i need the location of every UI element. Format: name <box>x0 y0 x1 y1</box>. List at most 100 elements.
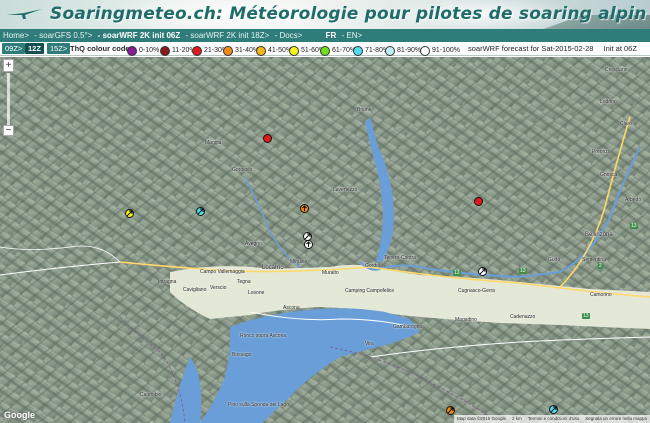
forecast-marker[interactable] <box>549 405 558 414</box>
place-label: Claro <box>620 121 632 127</box>
forecast-marker[interactable] <box>474 197 483 206</box>
terms-link[interactable]: Termini e condizioni d'uso <box>528 415 579 423</box>
legend-swatch: 81-90% <box>385 44 421 58</box>
wind-arrow-icon <box>302 205 307 211</box>
swatch-color <box>223 46 233 56</box>
swatch-color <box>160 46 170 56</box>
place-label: Camping Campofelice <box>345 288 395 294</box>
place-label: Gambarogno <box>393 324 423 330</box>
road-shield: 13 <box>630 223 638 229</box>
lang-fr[interactable]: FR <box>326 31 337 40</box>
road-shield: 13 <box>519 268 527 274</box>
legend-swatch: 11-20% <box>160 44 196 58</box>
forecast-date: soarWRF forecast for Sat-2015-02-28 <box>468 44 594 53</box>
time-12z-button[interactable]: 12Z <box>25 43 44 54</box>
scale-label: 2 km <box>512 416 522 421</box>
zoom-out-button[interactable]: − <box>3 125 14 136</box>
place-label: Locarno <box>262 265 284 271</box>
place-label: Muralto <box>322 270 339 276</box>
swatch-label: 0-10% <box>139 47 160 54</box>
place-label: Gnosca <box>600 172 618 178</box>
place-label: Tegna <box>237 279 251 285</box>
legend-swatch: 91-100% <box>420 44 460 58</box>
place-label: Intragna <box>158 279 177 285</box>
glider-icon <box>7 9 42 19</box>
forecast-marker[interactable] <box>263 134 272 143</box>
place-label: Verscio <box>210 285 227 291</box>
place-label: Bellinzona <box>585 232 613 238</box>
swatch-label: 81-90% <box>397 47 422 54</box>
terrain-map[interactable] <box>0 57 650 423</box>
lang-en[interactable]: - EN> <box>342 31 363 40</box>
place-label: Magadino <box>455 317 477 323</box>
forecast-map[interactable]: + − Locarno Ascona Minusio Muralto Tener… <box>0 57 650 423</box>
place-label: Vira <box>365 341 374 347</box>
forecast-marker[interactable] <box>300 204 309 213</box>
wind-arrow-icon <box>447 407 454 414</box>
nav-soarwrf-18z[interactable]: - soarWRF 2K init 18Z> <box>186 31 270 40</box>
place-label: Gordevio <box>232 167 253 173</box>
legend-swatch: 41-50% <box>256 44 292 58</box>
place-label: Gudo <box>548 257 561 263</box>
swatch-color <box>289 46 299 56</box>
wind-arrow-icon <box>304 233 311 240</box>
road-shield: 2 <box>598 263 603 269</box>
place-label: Lodrino <box>600 99 617 105</box>
legend-bar: 09Z> 12Z 15Z> ThQ colour code: 0-10% 11-2… <box>0 42 650 56</box>
place-label: Camorino <box>590 292 612 298</box>
forecast-marker[interactable] <box>196 207 205 216</box>
wind-arrow-icon <box>306 241 311 247</box>
site-banner: Soaringmeteo.ch: Météorologie pour pilot… <box>0 0 650 29</box>
road-shield: 13 <box>453 270 461 276</box>
place-label: Lavertezzo <box>333 187 358 193</box>
swatch-color <box>192 46 202 56</box>
swatch-color <box>256 46 266 56</box>
swatch-color <box>127 46 137 56</box>
report-error-link[interactable]: Segnala un errore nella mappa <box>585 415 647 423</box>
wind-arrow-icon <box>550 406 557 413</box>
nav-soarwrf-06z[interactable]: - soarWRF 2K init 06Z <box>98 31 181 40</box>
place-label: Cannobio <box>140 392 162 398</box>
place-label: Cavigliano <box>183 287 207 293</box>
map-attribution: Map data ©2015 Google 2 km Termini e con… <box>453 415 650 423</box>
place-label: Arbedo <box>625 197 642 203</box>
nav-docs[interactable]: - Docs> <box>275 31 303 40</box>
main-navigation: Home> - soarGFS 0.5°> - soarWRF 2K init … <box>0 29 650 42</box>
legend-swatch: 61-70% <box>320 44 356 58</box>
nav-soargfs[interactable]: - soarGFS 0.5°> <box>34 31 92 40</box>
forecast-label: soarWRF forecast for Sat-2015-02-28 Init… <box>468 42 637 56</box>
place-label: Campo Vallemaggia <box>200 269 245 275</box>
forecast-marker[interactable] <box>446 406 455 415</box>
legend-title: ThQ colour code: <box>70 44 133 53</box>
place-label: Brissago <box>232 352 252 358</box>
place-label: Avegno <box>245 241 262 247</box>
legend-swatch: 0-10% <box>127 44 159 58</box>
zoom-slider[interactable] <box>7 73 10 125</box>
place-label: Losone <box>248 290 265 296</box>
wind-arrow-icon <box>126 210 133 217</box>
road-shield: 13 <box>582 313 590 319</box>
wind-arrow-icon <box>197 208 204 215</box>
google-logo: Google <box>4 410 35 420</box>
site-title: Soaringmeteo.ch: Météorologie pour pilot… <box>50 4 647 24</box>
zoom-in-button[interactable]: + <box>3 59 14 72</box>
forecast-marker[interactable] <box>478 267 487 276</box>
place-label: Minusio <box>290 259 308 265</box>
forecast-marker[interactable] <box>304 240 313 249</box>
swatch-color <box>420 46 430 56</box>
init-time: Init at 06Z <box>603 44 637 53</box>
time-15z-button[interactable]: 15Z> <box>47 43 71 54</box>
place-label: Cugnasco-Gerra <box>458 288 495 294</box>
legend-swatch: 31-40% <box>223 44 259 58</box>
forecast-marker[interactable] <box>125 209 134 218</box>
nav-home[interactable]: Home> <box>3 31 29 40</box>
place-label: Maggia <box>205 140 222 146</box>
place-label: Ascona <box>283 305 300 311</box>
swatch-color <box>353 46 363 56</box>
place-label: Pino sulla Sponda del Lago <box>228 402 289 408</box>
swatch-color <box>320 46 330 56</box>
time-09z-button[interactable]: 09Z> <box>2 43 26 54</box>
legend-swatch: 71-80% <box>353 44 389 58</box>
place-label: Gordola <box>365 263 383 269</box>
place-label: Ronco sopra Ascona <box>240 333 287 339</box>
